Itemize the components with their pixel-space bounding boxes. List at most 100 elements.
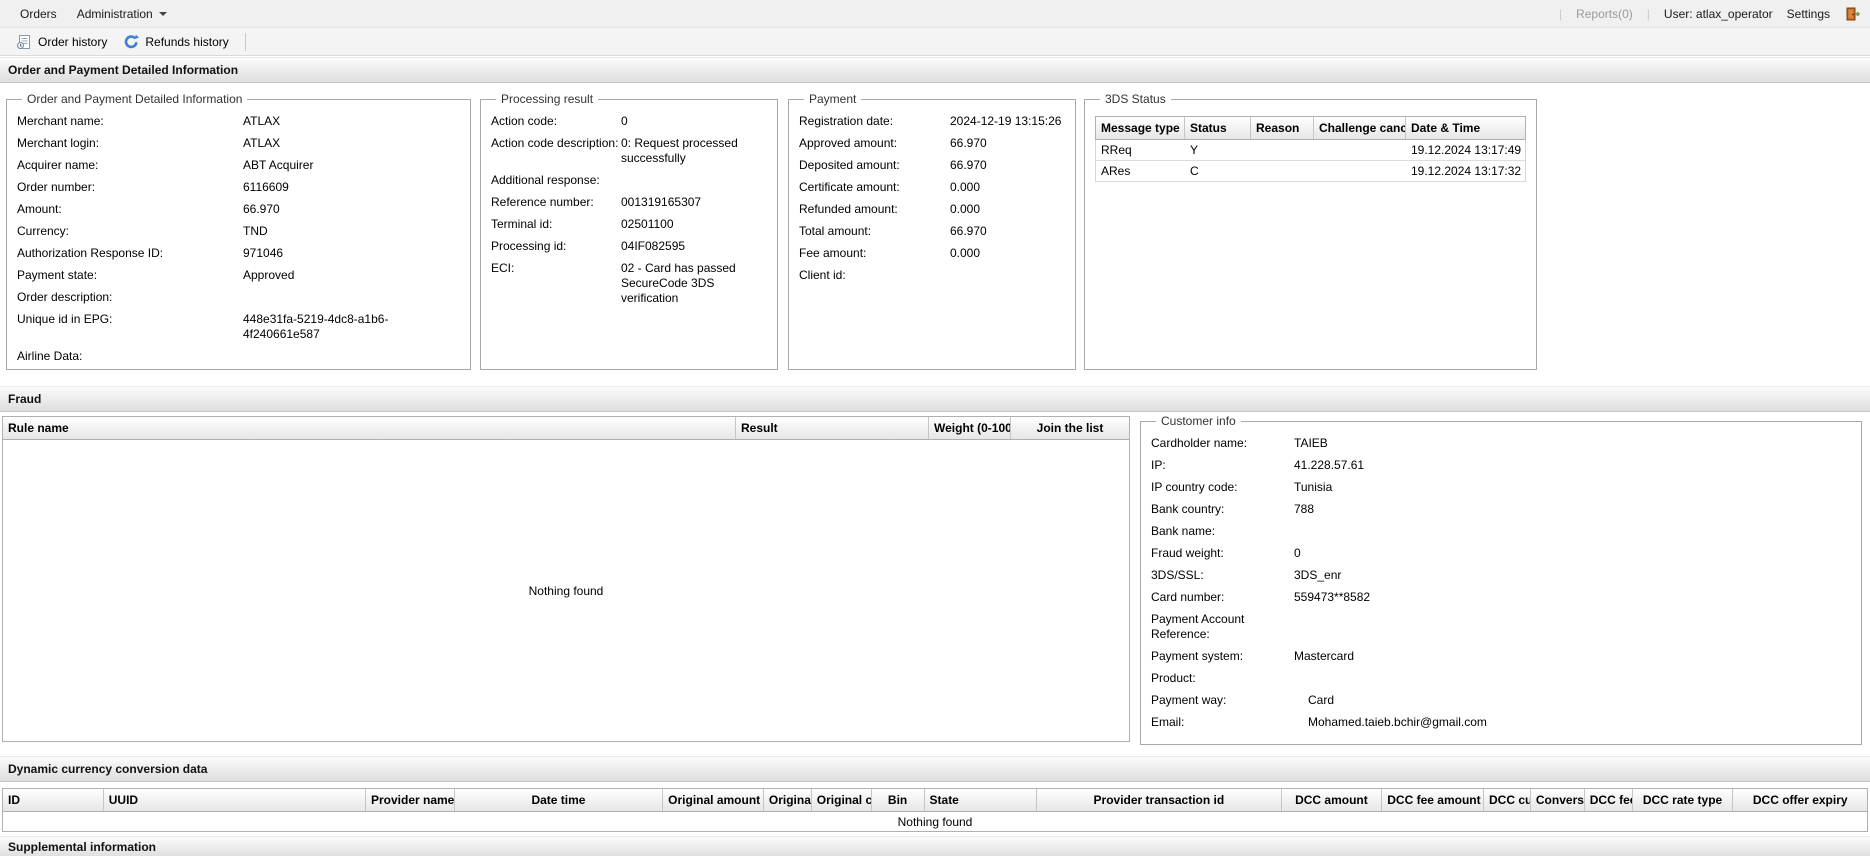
table-row: RReq Y 19.12.2024 13:17:49 xyxy=(1095,140,1526,161)
field-label: Fraud weight: xyxy=(1151,546,1224,560)
page-title: Order and Payment Detailed Information xyxy=(0,57,1870,83)
processing-result-group: Processing result Action code: 0 Action c… xyxy=(480,92,778,370)
cell: RReq xyxy=(1101,143,1132,157)
field-row: Card number: 559473**8582 xyxy=(1151,590,1851,605)
field-label: Approved amount: xyxy=(799,136,898,150)
field-value xyxy=(1294,671,1851,686)
fraud-table-header: Rule name Result Weight (0-100) Join the… xyxy=(2,416,1130,440)
cell xyxy=(1251,161,1314,181)
order-info-group: Order and Payment Detailed Information M… xyxy=(6,92,471,370)
field-value: 02501100 xyxy=(621,217,674,231)
menu-orders[interactable]: Orders xyxy=(10,7,67,21)
chevron-down-icon xyxy=(158,11,167,16)
refunds-history-button[interactable]: Refunds history xyxy=(115,31,236,53)
field-label: Terminal id: xyxy=(491,217,553,231)
field-row: Payment Account Reference: xyxy=(1151,612,1851,642)
field-label: Additional response: xyxy=(491,173,600,187)
field-row: Fee amount: 0.000 xyxy=(799,246,1065,261)
field-value: ATLAX xyxy=(243,114,281,128)
field-value: TND xyxy=(243,224,268,238)
cell: 19.12.2024 13:17:49 xyxy=(1411,143,1522,157)
field-row: Payment way: Card xyxy=(1151,693,1851,708)
column-header: Original c xyxy=(812,789,872,811)
column-header: Original amount xyxy=(663,789,764,811)
order-history-button[interactable]: Order history xyxy=(8,31,115,53)
menu-settings[interactable]: Settings xyxy=(1787,7,1830,21)
field-row: Action code: 0 xyxy=(491,114,767,129)
field-row: Bank country: 788 xyxy=(1151,502,1851,517)
column-header: DCC amount xyxy=(1282,789,1383,811)
field-label: IP: xyxy=(1151,458,1166,472)
field-row: Email: Mohamed.taieb.bchir@gmail.com xyxy=(1151,715,1851,730)
field-label: Merchant name: xyxy=(17,114,104,128)
column-header: Result xyxy=(736,417,929,439)
field-row: Order number: 6116609 xyxy=(17,180,460,195)
current-user-label: User: atlax_operator xyxy=(1663,6,1773,21)
column-header: DCC rate type xyxy=(1633,789,1734,811)
field-value: Card xyxy=(1308,693,1335,707)
column-header: Status xyxy=(1185,117,1251,139)
menu-reports[interactable]: Reports(0) xyxy=(1576,7,1633,21)
field-row: Amount: 66.970 xyxy=(17,202,460,217)
menu-bar: Orders Administration | Reports(0) | Use… xyxy=(0,0,1870,28)
field-value: 001319165307 xyxy=(621,195,702,209)
field-label: Merchant login: xyxy=(17,136,100,150)
field-value: 0.000 xyxy=(950,180,981,194)
cell: ARes xyxy=(1101,164,1131,178)
field-value: 971046 xyxy=(243,246,284,260)
menu-orders-label: Orders xyxy=(20,6,57,21)
column-header: Message type xyxy=(1096,117,1185,139)
column-header: Weight (0-100) xyxy=(929,417,1011,439)
field-label: Reference number: xyxy=(491,195,594,209)
field-value: 0 xyxy=(621,114,628,128)
field-row: Bank name: xyxy=(1151,524,1851,539)
payment-group: Payment Registration date: 2024-12-19 13:… xyxy=(788,92,1076,370)
cell: C xyxy=(1190,164,1199,178)
field-label: ECI: xyxy=(491,261,515,275)
column-header: Date time xyxy=(455,789,664,811)
field-label: Acquirer name: xyxy=(17,158,99,172)
order-info-legend: Order and Payment Detailed Information xyxy=(27,92,243,106)
field-label: Airline Data: xyxy=(17,349,83,363)
page-title-text: Order and Payment Detailed Information xyxy=(8,63,239,77)
field-value: 66.970 xyxy=(243,202,280,216)
field-row: Product: xyxy=(1151,671,1851,686)
column-header: UUID xyxy=(104,789,366,811)
column-header: Provider transaction id xyxy=(1037,789,1282,811)
column-header: Conversi xyxy=(1531,789,1585,811)
field-value: 448e31fa-5219-4dc8-a1b6-4f240661e587 xyxy=(243,312,389,341)
field-label: Fee amount: xyxy=(799,246,867,260)
field-label: Order number: xyxy=(17,180,96,194)
field-label: Bank name: xyxy=(1151,524,1216,538)
field-label: Unique id in EPG: xyxy=(17,312,113,326)
field-row: IP country code: Tunisia xyxy=(1151,480,1851,495)
field-value xyxy=(1294,612,1851,642)
field-label: Processing id: xyxy=(491,239,567,253)
field-value: 41.228.57.61 xyxy=(1294,458,1365,472)
logout-icon[interactable] xyxy=(1844,6,1861,22)
three-ds-table: Message type Status Reason Challenge can… xyxy=(1095,116,1526,182)
field-label: Payment way: xyxy=(1151,693,1227,707)
column-header: Rule name xyxy=(3,417,736,439)
field-value: 0.000 xyxy=(950,202,981,216)
menubar-separator: | xyxy=(1646,6,1650,21)
field-value: 66.970 xyxy=(950,224,987,238)
field-row: Deposited amount: 66.970 xyxy=(799,158,1065,173)
menu-administration[interactable]: Administration xyxy=(67,7,177,21)
refund-arrow-icon xyxy=(123,34,140,50)
supplemental-section-title-text: Supplemental information xyxy=(8,840,157,854)
column-header: Join the list xyxy=(1036,421,1104,435)
field-value xyxy=(243,349,460,364)
toolbar: Order history Refunds history xyxy=(0,28,1870,56)
field-label: Bank country: xyxy=(1151,502,1225,516)
field-label: Amount: xyxy=(17,202,62,216)
field-row: Action code description: 0: Request proce… xyxy=(491,136,767,166)
toolbar-separator xyxy=(244,32,246,51)
field-row: Total amount: 66.970 xyxy=(799,224,1065,239)
dcc-section-title: Dynamic currency conversion data xyxy=(0,756,1870,782)
field-row: ECI: 02 - Card has passed SecureCode 3DS … xyxy=(491,261,767,306)
field-label: Certificate amount: xyxy=(799,180,900,194)
field-label: Client id: xyxy=(799,268,846,282)
field-label: Email: xyxy=(1151,715,1185,729)
cell: 19.12.2024 13:17:32 xyxy=(1411,164,1522,178)
